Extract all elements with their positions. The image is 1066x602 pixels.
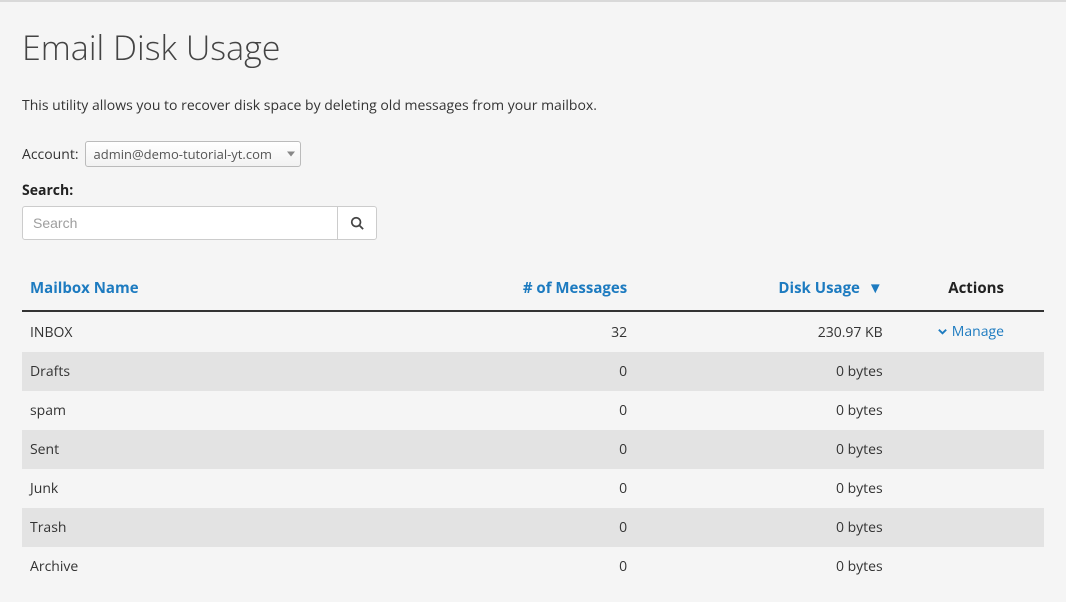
cell-actions <box>891 352 1044 391</box>
table-row: INBOX32230.97 KB Manage <box>22 311 1044 352</box>
cell-messages: 0 <box>431 547 635 586</box>
search-icon <box>350 216 364 230</box>
page-title: Email Disk Usage <box>22 24 1044 70</box>
col-header-name[interactable]: Mailbox Name <box>22 268 431 311</box>
cell-messages: 0 <box>431 430 635 469</box>
table-row: Trash00 bytes <box>22 508 1044 547</box>
cell-mailbox-name: Archive <box>22 547 431 586</box>
chevron-down-icon <box>287 152 295 157</box>
cell-mailbox-name: spam <box>22 391 431 430</box>
cell-mailbox-name: Sent <box>22 430 431 469</box>
cell-messages: 32 <box>431 311 635 352</box>
cell-usage: 0 bytes <box>635 391 891 430</box>
table-row: spam00 bytes <box>22 391 1044 430</box>
mailbox-table: Mailbox Name # of Messages Disk Usage ▼ … <box>22 268 1044 586</box>
cell-actions <box>891 430 1044 469</box>
cell-actions: Manage <box>891 311 1044 352</box>
cell-usage: 0 bytes <box>635 508 891 547</box>
cell-messages: 0 <box>431 352 635 391</box>
cell-usage: 0 bytes <box>635 469 891 508</box>
manage-link[interactable]: Manage <box>937 322 1004 341</box>
sort-desc-icon: ▼ <box>868 278 883 298</box>
search-row <box>22 206 1044 240</box>
chevron-down-icon <box>937 326 948 337</box>
cell-actions <box>891 469 1044 508</box>
col-header-actions: Actions <box>891 268 1044 311</box>
search-label: Search: <box>22 181 1044 200</box>
account-selected-value: admin@demo-tutorial-yt.com <box>94 145 272 163</box>
cell-mailbox-name: INBOX <box>22 311 431 352</box>
cell-actions <box>891 508 1044 547</box>
col-header-messages[interactable]: # of Messages <box>431 268 635 311</box>
page-description: This utility allows you to recover disk … <box>22 96 1044 115</box>
page-container: Email Disk Usage This utility allows you… <box>0 2 1066 602</box>
manage-label: Manage <box>952 322 1004 341</box>
table-row: Junk00 bytes <box>22 469 1044 508</box>
table-row: Drafts00 bytes <box>22 352 1044 391</box>
cell-actions <box>891 547 1044 586</box>
cell-messages: 0 <box>431 391 635 430</box>
table-row: Sent00 bytes <box>22 430 1044 469</box>
account-select[interactable]: admin@demo-tutorial-yt.com <box>85 141 301 167</box>
cell-messages: 0 <box>431 508 635 547</box>
cell-usage: 0 bytes <box>635 547 891 586</box>
account-label: Account: <box>22 145 79 164</box>
cell-mailbox-name: Trash <box>22 508 431 547</box>
table-row: Archive00 bytes <box>22 547 1044 586</box>
cell-mailbox-name: Drafts <box>22 352 431 391</box>
cell-messages: 0 <box>431 469 635 508</box>
cell-actions <box>891 391 1044 430</box>
cell-usage: 0 bytes <box>635 352 891 391</box>
col-header-usage[interactable]: Disk Usage ▼ <box>635 268 891 311</box>
cell-mailbox-name: Junk <box>22 469 431 508</box>
cell-usage: 230.97 KB <box>635 311 891 352</box>
account-row: Account: admin@demo-tutorial-yt.com <box>22 141 1044 167</box>
search-button[interactable] <box>337 206 377 240</box>
cell-usage: 0 bytes <box>635 430 891 469</box>
search-input[interactable] <box>22 206 338 240</box>
